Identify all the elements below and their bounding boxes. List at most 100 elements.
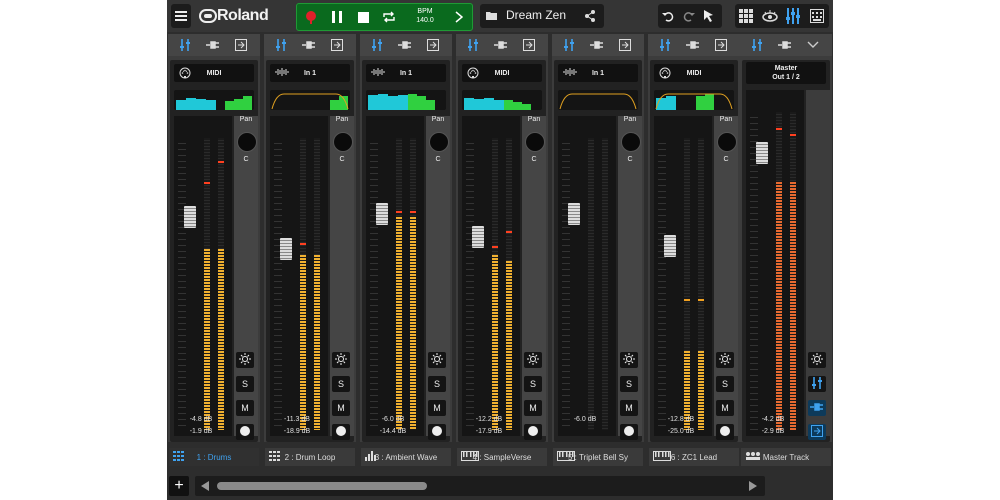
next-button[interactable] [449,4,469,30]
eye-icon[interactable] [762,9,778,23]
redo-icon[interactable] [682,10,695,22]
fader-handle[interactable] [472,226,484,249]
track-name-tab[interactable]: 6 : ZC1 Lead [649,448,739,466]
scroll-thumb[interactable] [217,482,427,490]
cursor-icon[interactable] [703,9,715,22]
track-name-tab[interactable]: 4 : SampleVerse [457,448,547,466]
pan-knob[interactable] [621,132,641,152]
output-icon[interactable] [422,37,444,53]
input-source-button[interactable]: In 1 [366,64,446,82]
loop-button[interactable] [379,4,399,30]
mixer-icon[interactable] [366,37,388,53]
hamburger-icon[interactable] [171,4,191,28]
solo-button[interactable]: S [332,376,350,392]
chevron-down-icon[interactable] [802,37,824,53]
song-selector[interactable]: Dream Zen [480,4,604,28]
mixer-icon[interactable] [654,37,676,53]
mixer-button[interactable] [808,376,826,392]
record-monitor-button[interactable] [716,424,734,440]
plug-button[interactable] [808,400,826,416]
solo-button[interactable]: S [716,376,734,392]
fader-handle[interactable] [376,202,388,225]
track-scrollbar[interactable] [195,476,765,496]
mute-button[interactable]: M [428,400,446,416]
triangle-left-icon[interactable] [201,481,209,491]
mute-button[interactable]: M [524,400,542,416]
input-source-button[interactable]: MIDI [174,64,254,82]
mixer-icon[interactable] [746,37,768,53]
share-icon[interactable] [584,10,596,22]
mixer-icon[interactable] [786,8,800,24]
record-monitor-button[interactable] [524,424,542,440]
mixer-icon[interactable] [462,37,484,53]
fx-button[interactable] [716,352,734,368]
fader-handle[interactable] [184,205,196,228]
plus-icon[interactable]: + [169,476,189,496]
fx-button[interactable] [524,352,542,368]
pause-button[interactable] [327,4,347,30]
solo-button[interactable]: S [428,376,446,392]
pan-knob[interactable] [333,132,353,152]
fx-button[interactable] [620,352,638,368]
track-name-tab[interactable]: Master Track [741,448,831,466]
eq-thumbnail[interactable] [654,90,734,110]
plug-icon[interactable] [298,37,320,53]
grid-icon[interactable] [739,9,753,23]
record-monitor-button[interactable] [620,424,638,440]
undo-icon[interactable] [662,10,675,22]
output-icon[interactable] [518,37,540,53]
eq-thumbnail[interactable] [558,90,638,110]
mixer-icon[interactable] [270,37,292,53]
bpm-display[interactable]: BPM 140.0 [405,7,445,25]
plug-icon[interactable] [586,37,608,53]
input-source-button[interactable]: MIDI [462,64,542,82]
eq-thumbnail[interactable] [366,90,446,110]
record-button[interactable] [301,4,321,30]
output-button[interactable] [808,424,826,440]
output-icon[interactable] [326,37,348,53]
fx-button[interactable] [236,352,254,368]
mixer-icon[interactable] [174,37,196,53]
track-name-tab[interactable]: 3 : Ambient Wave [361,448,451,466]
input-source-button[interactable]: MIDI [654,64,734,82]
input-source-button[interactable]: In 1 [558,64,638,82]
pan-knob[interactable] [429,132,449,152]
record-monitor-button[interactable] [332,424,350,440]
plug-icon[interactable] [202,37,224,53]
solo-button[interactable]: S [524,376,542,392]
stop-button[interactable] [353,4,373,30]
plug-icon[interactable] [490,37,512,53]
output-icon[interactable] [230,37,252,53]
pan-knob[interactable] [237,132,257,152]
fx-button[interactable] [808,352,826,368]
output-icon[interactable] [614,37,636,53]
plug-icon[interactable] [682,37,704,53]
fader-handle[interactable] [280,237,292,260]
triangle-right-icon[interactable] [749,481,757,491]
mixer-icon[interactable] [558,37,580,53]
mute-button[interactable]: M [236,400,254,416]
fader-handle[interactable] [664,235,676,258]
fader-handle[interactable] [568,202,580,225]
input-source-button[interactable]: In 1 [270,64,350,82]
mute-button[interactable]: M [620,400,638,416]
track-name-tab[interactable]: 5 : Triplet Bell Sy [553,448,643,466]
track-name-tab[interactable]: 1 : Drums [169,448,259,466]
plug-icon[interactable] [774,37,796,53]
mute-button[interactable]: M [716,400,734,416]
track-name-tab[interactable]: 2 : Drum Loop [265,448,355,466]
eq-thumbnail[interactable] [462,90,542,110]
eq-thumbnail[interactable] [174,90,254,110]
record-monitor-button[interactable] [236,424,254,440]
fader-handle[interactable] [756,142,768,165]
mute-button[interactable]: M [332,400,350,416]
keyboard-icon[interactable] [810,9,824,23]
output-icon[interactable] [710,37,732,53]
solo-button[interactable]: S [236,376,254,392]
solo-button[interactable]: S [620,376,638,392]
plug-icon[interactable] [394,37,416,53]
input-source-button[interactable]: Master Out 1 / 2 [746,62,826,84]
eq-thumbnail[interactable] [270,90,350,110]
pan-knob[interactable] [525,132,545,152]
fx-button[interactable] [332,352,350,368]
